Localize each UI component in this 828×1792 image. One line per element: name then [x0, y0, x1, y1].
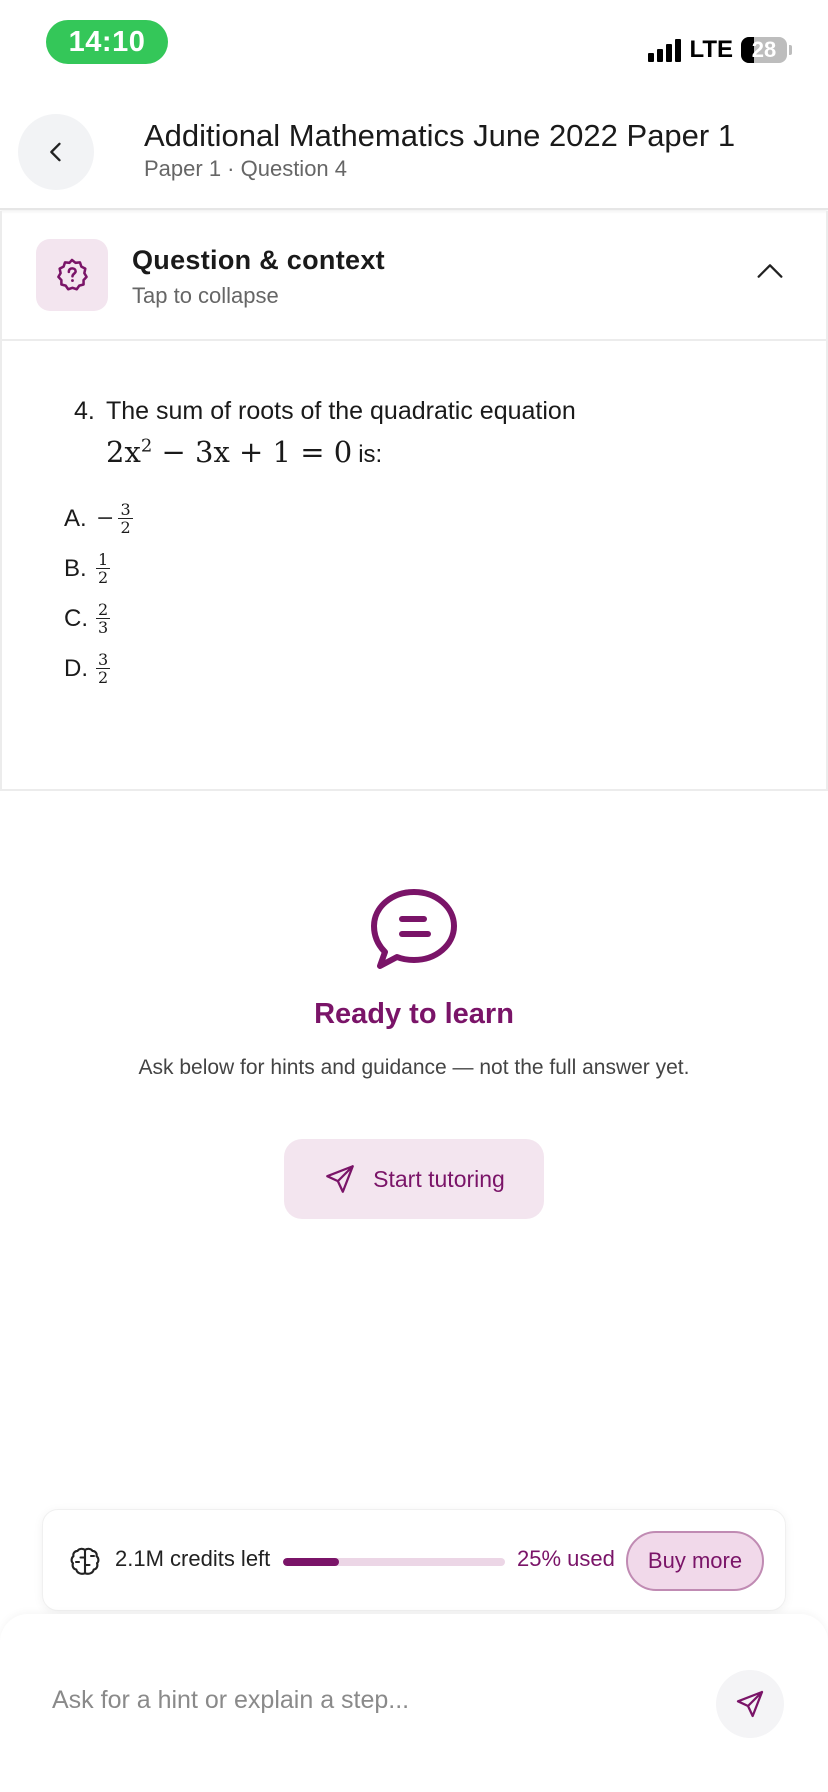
battery-level: 28: [751, 37, 777, 62]
status-bar: 14:10 LTE 28: [0, 0, 828, 90]
chevron-up-icon: [757, 264, 783, 278]
empty-state-title: Ready to learn: [314, 998, 514, 1030]
credits-usage-bar: [283, 1558, 505, 1566]
equation-suffix: is:: [358, 441, 383, 468]
header: Additional Mathematics June 2022 Paper 1…: [0, 90, 828, 210]
question-panel-title: Question & context: [132, 245, 385, 275]
question-body: 4. The sum of roots of the quadratic equ…: [2, 341, 828, 789]
option-b: B. 1 2: [64, 550, 111, 587]
chevron-left-icon: [50, 142, 61, 162]
status-indicators: LTE 28: [648, 32, 792, 68]
status-time: 14:10: [46, 20, 168, 64]
option-fraction: 1 2: [96, 550, 111, 587]
credits-remaining: 2.1M credits left: [115, 1546, 271, 1571]
option-label: C.: [64, 604, 88, 632]
credits-used-percent: 25% used: [517, 1546, 615, 1571]
start-tutoring-label: Start tutoring: [373, 1165, 505, 1192]
send-icon: [326, 1165, 355, 1193]
credits-usage-fill: [283, 1558, 339, 1566]
chat-bubble-icon: [371, 889, 457, 969]
page-title: Additional Mathematics June 2022 Paper 1: [144, 118, 736, 153]
send-icon: [736, 1690, 764, 1718]
equation-math: 2x2 − 3x + 1 = 0: [106, 435, 353, 469]
buy-more-button[interactable]: Buy more: [626, 1531, 764, 1591]
question-panel: Question & context Tap to collapse 4. Th…: [0, 211, 828, 791]
question-badge-icon: [57, 258, 88, 291]
option-d: D. 3 2: [64, 650, 111, 687]
question-badge: [36, 239, 108, 311]
option-a: A. − 3 2: [64, 501, 133, 536]
question-panel-header[interactable]: Question & context Tap to collapse: [2, 211, 828, 341]
page-subtitle: Paper 1 · Question 4: [144, 156, 348, 181]
question-number: 4.: [74, 397, 95, 425]
option-label: A.: [64, 504, 87, 532]
start-tutoring-button[interactable]: Start tutoring: [284, 1139, 544, 1219]
battery-icon: 28: [741, 37, 787, 63]
collapse-button[interactable]: [750, 251, 790, 291]
option-sign: −: [96, 506, 115, 531]
empty-state-subtitle: Ask below for hints and guidance — not t…: [138, 1056, 690, 1079]
option-label: D.: [64, 654, 88, 682]
signal-icon: [648, 38, 682, 62]
hint-input[interactable]: [52, 1678, 692, 1722]
question-equation: 2x2 − 3x + 1 = 0 is:: [106, 435, 382, 469]
option-fraction: 2 3: [96, 600, 111, 637]
credits-card: 2.1M credits left 25% used Buy more: [42, 1509, 786, 1611]
composer: [0, 1614, 828, 1792]
send-button[interactable]: [716, 1670, 784, 1738]
option-label: B.: [64, 554, 87, 582]
question-text: The sum of roots of the quadratic equati…: [106, 397, 576, 425]
brain-icon: [70, 1547, 100, 1575]
network-type: LTE: [689, 36, 733, 63]
question-panel-hint: Tap to collapse: [132, 283, 279, 308]
option-c: C. 2 3: [64, 600, 111, 637]
back-button[interactable]: [18, 114, 94, 190]
option-fraction: 3 2: [118, 500, 133, 537]
option-fraction: 3 2: [96, 650, 111, 687]
